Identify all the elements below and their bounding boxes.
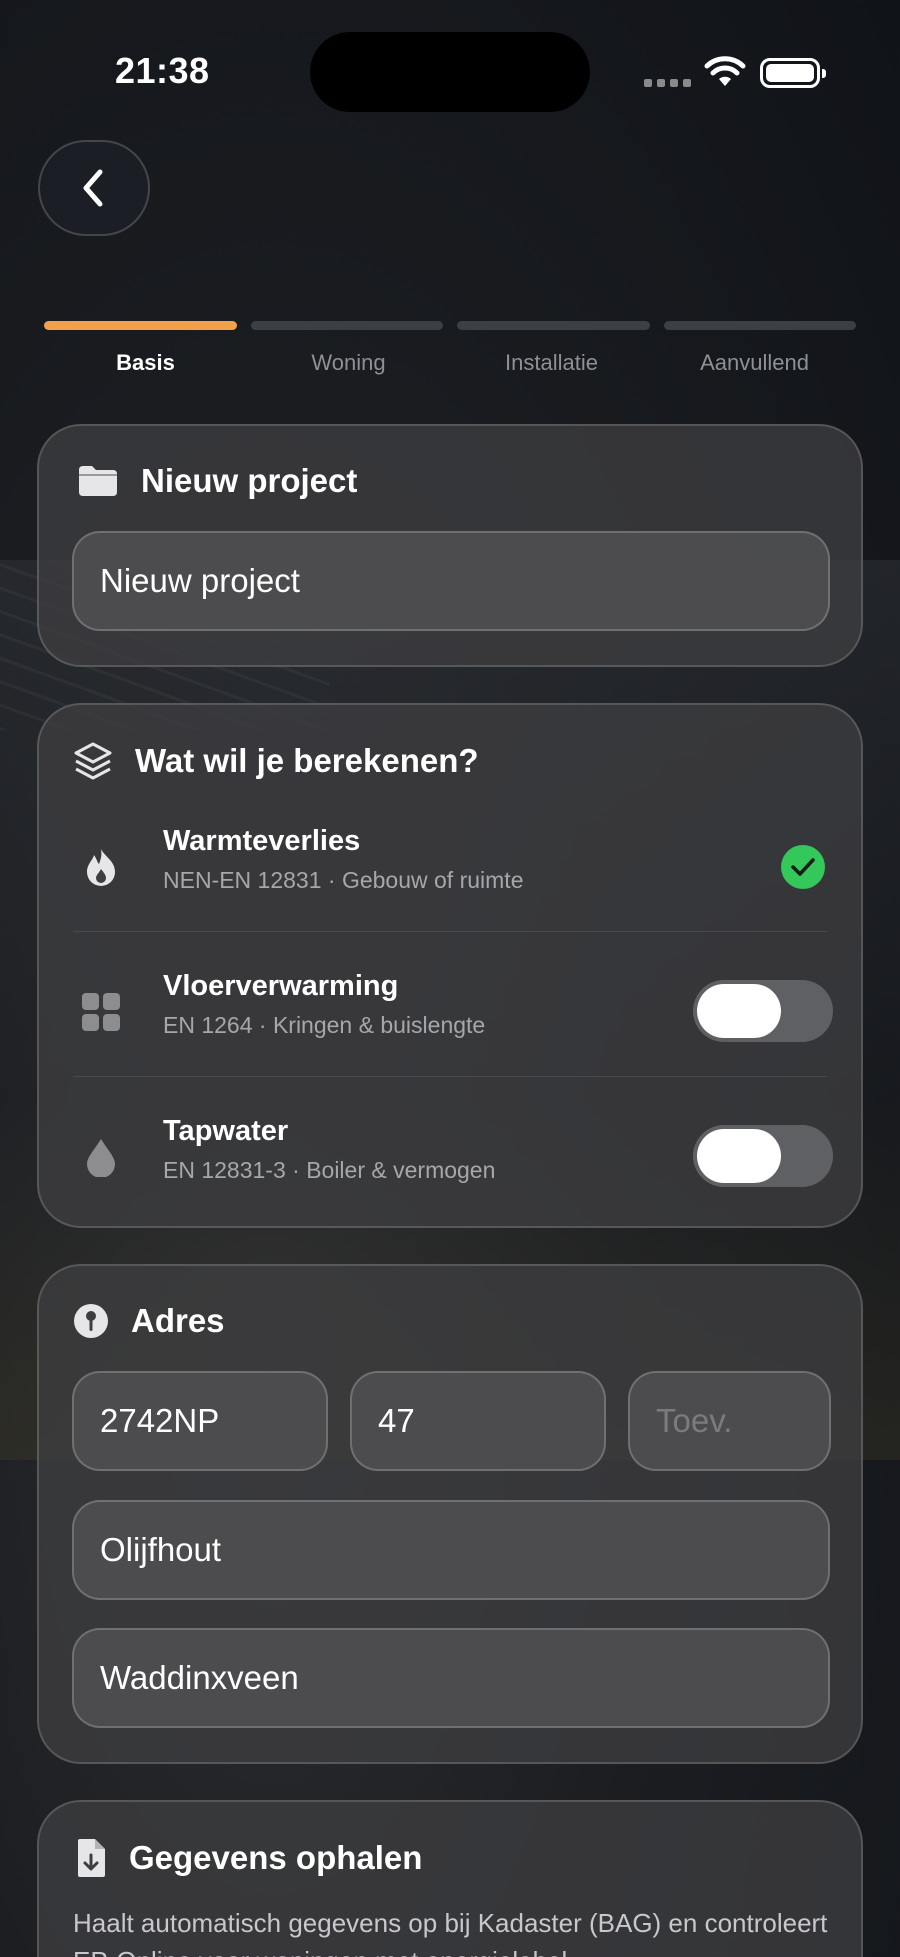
calc-option-description: EN 12831-3 · Boiler & vermogen bbox=[163, 1157, 496, 1183]
address-card-title: Adres bbox=[131, 1302, 225, 1339]
address-card: Adres 2742NP 47 Toev. Olijfhout Waddinxv… bbox=[37, 1264, 863, 1764]
street-input[interactable]: Olijfhout bbox=[72, 1500, 830, 1600]
back-button[interactable] bbox=[38, 140, 150, 236]
calculation-card: Wat wil je berekenen? Warmteverlies NEN-… bbox=[37, 703, 863, 1228]
step-progress: Basis Woning Installatie Aanvullend bbox=[44, 321, 856, 376]
postcode-input[interactable]: 2742NP bbox=[72, 1371, 328, 1471]
fetch-card-description: Haalt automatisch gegevens op bij Kadast… bbox=[73, 1908, 828, 1957]
calc-option-warmteverlies[interactable]: Warmteverlies NEN-EN 12831 · Gebouw of r… bbox=[39, 805, 865, 950]
calc-option-description: EN 1264 · Kringen & buislengte bbox=[163, 1012, 486, 1038]
calc-option-name: Vloerverwarming bbox=[163, 970, 399, 1002]
step-bar-woning bbox=[250, 321, 443, 330]
flame-icon bbox=[87, 849, 115, 886]
cellular-signal-icon bbox=[644, 79, 691, 87]
calc-option-description: NEN-EN 12831 · Gebouw of ruimte bbox=[163, 867, 524, 893]
fetch-card-title: Gegevens ophalen bbox=[129, 1839, 423, 1876]
grid-icon bbox=[82, 993, 120, 1031]
calc-option-name: Warmteverlies bbox=[163, 825, 361, 857]
calc-option-name: Tapwater bbox=[163, 1115, 289, 1147]
tab-basis[interactable]: Basis bbox=[44, 350, 247, 376]
step-bar-basis bbox=[44, 321, 237, 330]
calculation-card-title: Wat wil je berekenen? bbox=[135, 742, 479, 779]
tapwater-toggle[interactable] bbox=[693, 1125, 833, 1187]
tab-woning[interactable]: Woning bbox=[247, 350, 450, 376]
calc-option-vloerverwarming[interactable]: Vloerverwarming EN 1264 · Kringen & buis… bbox=[39, 950, 865, 1095]
chevron-left-icon bbox=[83, 169, 103, 207]
divider bbox=[73, 1076, 827, 1077]
battery-icon bbox=[760, 58, 826, 88]
drop-icon bbox=[87, 1139, 115, 1177]
project-name-input[interactable]: Nieuw project bbox=[72, 531, 830, 631]
project-card: Nieuw project Nieuw project bbox=[37, 424, 863, 667]
wifi-icon bbox=[704, 56, 746, 86]
calc-option-tapwater[interactable]: Tapwater EN 12831-3 · Boiler & vermogen bbox=[39, 1095, 865, 1240]
divider bbox=[73, 931, 827, 932]
project-card-title: Nieuw project bbox=[141, 462, 358, 499]
status-bar: 21:38 bbox=[0, 0, 900, 150]
checkmark-icon[interactable] bbox=[781, 845, 825, 889]
fetch-data-card[interactable]: Gegevens ophalen Haalt automatisch gegev… bbox=[37, 1800, 863, 1957]
folder-icon bbox=[79, 466, 117, 496]
city-input[interactable]: Waddinxveen bbox=[72, 1628, 830, 1728]
tab-aanvullend[interactable]: Aanvullend bbox=[653, 350, 856, 376]
vloerverwarming-toggle[interactable] bbox=[693, 980, 833, 1042]
step-bar-installatie bbox=[457, 321, 650, 330]
step-bar-aanvullend bbox=[663, 321, 856, 330]
status-time: 21:38 bbox=[115, 50, 210, 91]
dynamic-island bbox=[310, 32, 590, 112]
tab-installatie[interactable]: Installatie bbox=[450, 350, 653, 376]
pin-icon bbox=[74, 1304, 108, 1338]
addition-input[interactable]: Toev. bbox=[628, 1371, 831, 1471]
layers-icon bbox=[74, 742, 112, 780]
house-number-input[interactable]: 47 bbox=[350, 1371, 606, 1471]
document-download-icon bbox=[78, 1839, 105, 1877]
